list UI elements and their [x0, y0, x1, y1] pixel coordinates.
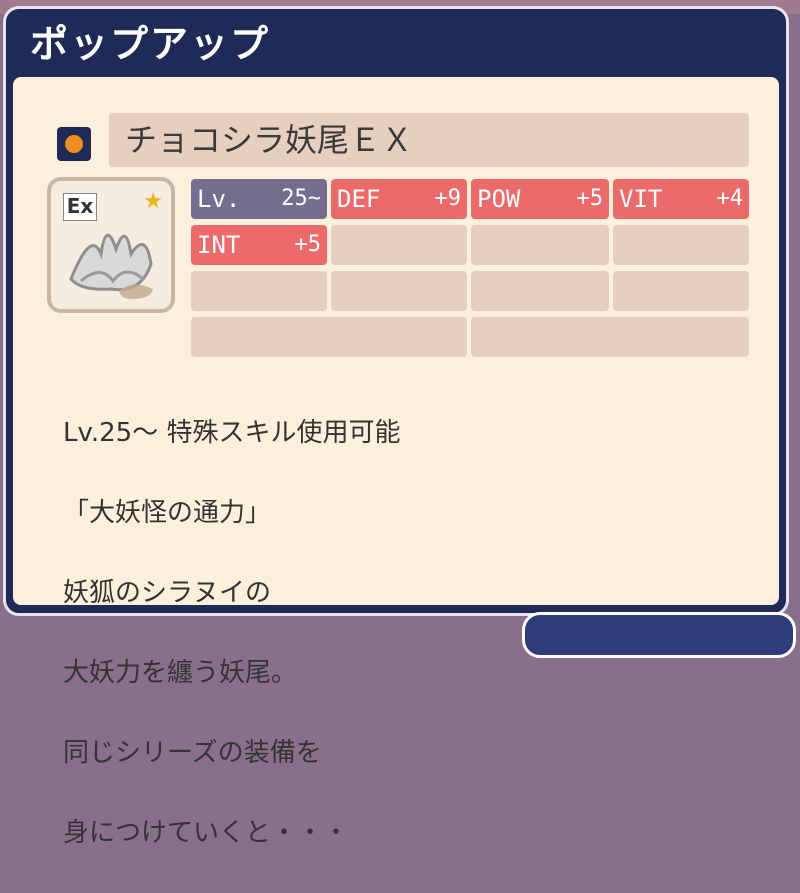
stat-label: DEF	[337, 185, 381, 213]
item-name-box: チョコシラ妖尾ＥＸ	[109, 113, 749, 167]
description-line: 身につけていくと・・・	[63, 818, 350, 848]
stat-label: Lv.	[197, 185, 241, 213]
stat-label: INT	[197, 231, 241, 259]
empty-stat-cell	[331, 271, 467, 311]
stat-int-cell: INT +5	[191, 225, 327, 265]
rarity-dot-icon	[65, 135, 83, 153]
stat-value: +5	[576, 186, 604, 211]
item-name-row: チョコシラ妖尾ＥＸ	[51, 113, 757, 167]
stat-level-cell: Lv. 25~	[191, 179, 327, 219]
white-fox-tail-icon	[69, 233, 153, 299]
popup-title: ポップアップ	[30, 22, 271, 66]
empty-stat-cell	[471, 271, 609, 311]
stat-vit-cell: VIT +4	[613, 179, 749, 219]
description-line: 大妖力を纏う妖尾。	[63, 658, 298, 688]
description-line: Lv.25～ 特殊スキル使用可能	[63, 418, 401, 448]
stat-label: VIT	[619, 185, 663, 213]
description-line: 同じシリーズの装備を	[63, 738, 322, 768]
empty-stat-cell	[613, 271, 749, 311]
stat-value: +4	[716, 186, 744, 211]
empty-stat-cell-wide	[471, 317, 749, 357]
empty-stat-cell-wide	[191, 317, 467, 357]
stat-value: +5	[294, 232, 322, 257]
rarity-icon	[57, 127, 91, 161]
popup-window: ポップアップ チョコシラ妖尾ＥＸ Ex ★ Lv. 25~ DEF +9 POW…	[3, 6, 789, 848]
description-line: 「大妖怪の通力」	[63, 498, 272, 528]
empty-stat-cell	[613, 225, 749, 265]
stat-value: 25~	[281, 186, 321, 211]
item-name: チョコシラ妖尾ＥＸ	[125, 121, 414, 159]
stat-label: POW	[477, 185, 521, 213]
popup-content-panel: チョコシラ妖尾ＥＸ Ex ★ Lv. 25~ DEF +9 POW +5 VIT…	[13, 77, 779, 848]
empty-stat-cell	[331, 225, 467, 265]
stats-grid: Lv. 25~ DEF +9 POW +5 VIT +4 INT +5	[191, 179, 753, 359]
stat-pow-cell: POW +5	[471, 179, 609, 219]
empty-stat-cell	[471, 225, 609, 265]
item-icon-frame: Ex ★	[47, 177, 175, 313]
stat-value: +9	[434, 186, 462, 211]
empty-stat-cell	[191, 271, 327, 311]
stat-def-cell: DEF +9	[331, 179, 467, 219]
partial-button[interactable]	[522, 612, 796, 658]
description-line: 妖狐のシラヌイの	[63, 578, 272, 608]
